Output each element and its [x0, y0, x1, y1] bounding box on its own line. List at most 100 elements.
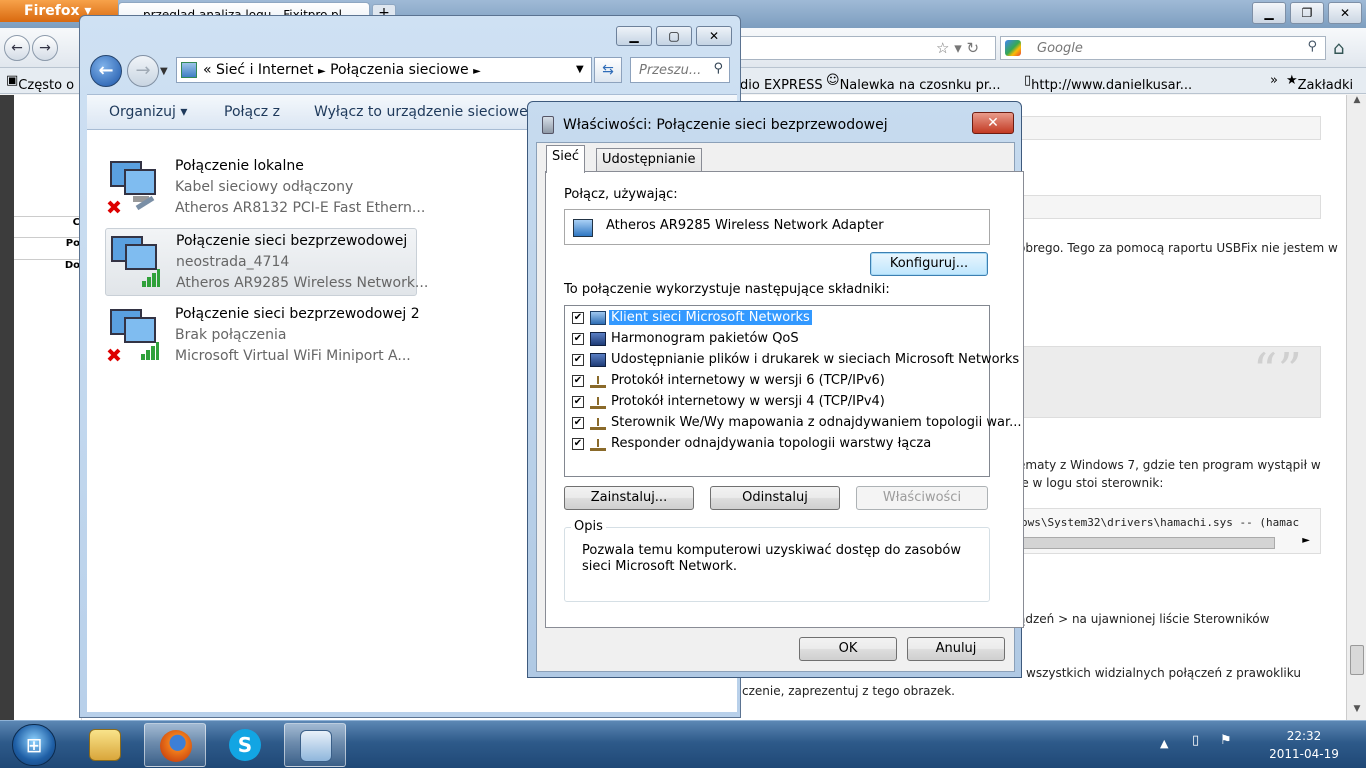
component-checkbox[interactable]: ✔: [572, 417, 584, 429]
ok-button[interactable]: OK: [799, 637, 897, 661]
component-label: Protokół internetowy w wersji 4 (TCP/IPv…: [611, 394, 885, 409]
network-adapter-icon: [573, 219, 593, 237]
bookmark-star-icon[interactable]: ☆ ▾ ↻: [936, 39, 979, 57]
uninstall-button[interactable]: Odinstaluj: [710, 486, 840, 510]
page-scrollbar[interactable]: ▲ ▼: [1346, 95, 1366, 720]
bookmark-item[interactable]: ▣ Często o: [6, 73, 74, 93]
tab-sharing[interactable]: Udostępnianie: [596, 148, 702, 172]
address-bar[interactable]: « Sieć i Internet ► Połączenia sieciowe …: [176, 57, 592, 83]
organize-button[interactable]: Organizuj ▾: [109, 104, 187, 120]
taskbar-firefox[interactable]: [144, 723, 206, 767]
properties-dialog: Właściwości: Połączenie sieci bezprzewod…: [527, 101, 1024, 678]
list-item[interactable]: ✔ Protokół internetowy w wersji 6 (TCP/I…: [565, 371, 989, 392]
tab-label: Udostępnianie: [602, 152, 696, 167]
home-icon[interactable]: ⌂: [1333, 38, 1344, 59]
network-adapter-icon: [542, 116, 554, 134]
component-checkbox[interactable]: ✔: [572, 312, 584, 324]
component-checkbox[interactable]: ✔: [572, 333, 584, 345]
component-checkbox[interactable]: ✔: [572, 396, 584, 408]
list-item[interactable]: ✔ Klient sieci Microsoft Networks: [565, 308, 989, 329]
connection-name: Połączenie lokalne: [175, 158, 304, 174]
connection-item-wireless-2[interactable]: Połączenie sieci bezprzewodowej 2 Brak p…: [105, 302, 420, 370]
folder-icon: [89, 729, 121, 761]
breadcrumb-item[interactable]: Połączenia sieciowe: [330, 62, 469, 78]
protocol-icon: [590, 374, 606, 388]
bookmarks-overflow[interactable]: »: [1270, 73, 1278, 88]
connect-to-button[interactable]: Połącz z: [224, 104, 280, 120]
back-arrow-icon[interactable]: ←: [90, 55, 122, 87]
cancel-button[interactable]: Anuluj: [907, 637, 1005, 661]
connection-device: Atheros AR9285 Wireless Network...: [176, 275, 429, 291]
taskbar-skype[interactable]: S: [214, 723, 276, 767]
network-connections-icon: [300, 730, 332, 762]
wired-network-disconnected-icon: [107, 161, 156, 214]
component-checkbox[interactable]: ✔: [572, 438, 584, 450]
scrollbar-thumb[interactable]: [1350, 645, 1364, 675]
configure-button[interactable]: Konfiguruj...: [870, 252, 988, 276]
maximize-icon[interactable]: ▢: [656, 26, 692, 46]
component-checkbox[interactable]: ✔: [572, 375, 584, 387]
code-box: ows\System32\drivers\hamachi.sys -- (ham…: [1014, 508, 1321, 554]
component-checkbox[interactable]: ✔: [572, 354, 584, 366]
start-button[interactable]: ⊞: [12, 724, 56, 766]
taskbar-explorer[interactable]: [74, 723, 136, 767]
google-icon[interactable]: [1005, 40, 1021, 56]
close-icon[interactable]: ✕: [696, 26, 732, 46]
scroll-right-icon[interactable]: ►: [1302, 535, 1310, 546]
forward-arrow-icon[interactable]: →: [32, 35, 58, 61]
breadcrumb-item[interactable]: Sieć i Internet: [216, 62, 313, 78]
taskbar-network-connections[interactable]: [284, 723, 346, 767]
connection-item-local[interactable]: Połączenie lokalne Kabel sieciowy odłącz…: [105, 154, 425, 222]
reload-icon[interactable]: ↻: [967, 39, 980, 57]
list-item[interactable]: ✔ Sterownik We/Wy mapowania z odnajdywan…: [565, 413, 1022, 434]
breadcrumb-separator-icon[interactable]: ►: [318, 66, 326, 77]
back-arrow-icon[interactable]: ←: [4, 35, 30, 61]
code-text: ows\System32\drivers\hamachi.sys -- (ham…: [1021, 516, 1300, 529]
description-legend: Opis: [571, 519, 606, 534]
disable-device-button[interactable]: Wyłącz to urządzenie sieciowe: [314, 104, 528, 120]
search-placeholder: Google: [1037, 41, 1083, 56]
connection-status: Brak połączenia: [175, 327, 287, 343]
bookmarks-menu[interactable]: ★ Zakładki: [1286, 73, 1353, 93]
battery-icon[interactable]: ▯: [1192, 733, 1199, 748]
breadcrumb-separator-icon[interactable]: ►: [473, 66, 481, 77]
bookmark-item[interactable]: ▯ http://www.danielkusar...: [1024, 73, 1192, 93]
connection-device: Microsoft Virtual WiFi Miniport A...: [175, 348, 411, 364]
list-item[interactable]: ✔ Harmonogram pakietów QoS: [565, 329, 989, 350]
bookmark-item[interactable]: ☺ Nalewka na czosnku pr...: [826, 73, 1000, 93]
breadcrumb-overflow[interactable]: «: [203, 62, 212, 78]
restore-icon[interactable]: ❐: [1290, 2, 1324, 24]
search-input[interactable]: Przeszu... ⚲: [630, 57, 730, 83]
install-button[interactable]: Zainstaluj...: [564, 486, 694, 510]
code-scrollbar[interactable]: [1019, 537, 1275, 549]
tab-network[interactable]: Sieć: [546, 145, 586, 173]
page-text: wszystkich widzialnych połączeń z prawok…: [1026, 666, 1301, 680]
bookmark-label: Zakładki: [1297, 78, 1354, 93]
minimize-icon[interactable]: ▁: [1252, 2, 1286, 24]
clock[interactable]: 22:32 2011-04-19: [1254, 727, 1354, 763]
properties-button[interactable]: Właściwości: [856, 486, 988, 510]
address-dropdown-icon[interactable]: ▼: [576, 64, 584, 75]
page-field[interactable]: [1014, 116, 1321, 140]
history-dropdown-icon[interactable]: ▼: [160, 66, 168, 77]
minimize-icon[interactable]: ▁: [616, 26, 652, 46]
show-hidden-icons-icon[interactable]: ▲: [1160, 737, 1168, 750]
search-icon[interactable]: ⚲: [1307, 39, 1317, 54]
scroll-up-icon[interactable]: ▲: [1347, 95, 1366, 111]
scroll-down-icon[interactable]: ▼: [1347, 704, 1366, 720]
forward-arrow-icon[interactable]: →: [127, 55, 159, 87]
search-input[interactable]: Google ⚲: [1000, 36, 1326, 60]
clock-date: 2011-04-19: [1269, 747, 1339, 761]
close-icon[interactable]: ✕: [972, 112, 1014, 134]
action-center-flag-icon[interactable]: ⚑: [1220, 733, 1232, 748]
close-icon[interactable]: ✕: [1328, 2, 1362, 24]
page-field[interactable]: [1014, 195, 1321, 219]
list-item[interactable]: ✔ Udostępnianie plików i drukarek w siec…: [565, 350, 1019, 371]
list-item[interactable]: ✔ Protokół internetowy w wersji 4 (TCP/I…: [565, 392, 989, 413]
description-group: Opis Pozwala temu komputerowi uzyskiwać …: [564, 519, 990, 602]
component-label: Protokół internetowy w wersji 6 (TCP/IPv…: [611, 373, 885, 388]
connection-item-wireless[interactable]: Połączenie sieci bezprzewodowej neostrad…: [105, 228, 428, 296]
component-label: Responder odnajdywania topologii warstwy…: [611, 436, 932, 451]
refresh-icon[interactable]: ⇆: [594, 57, 622, 83]
list-item[interactable]: ✔ Responder odnajdywania topologii warst…: [565, 434, 989, 455]
